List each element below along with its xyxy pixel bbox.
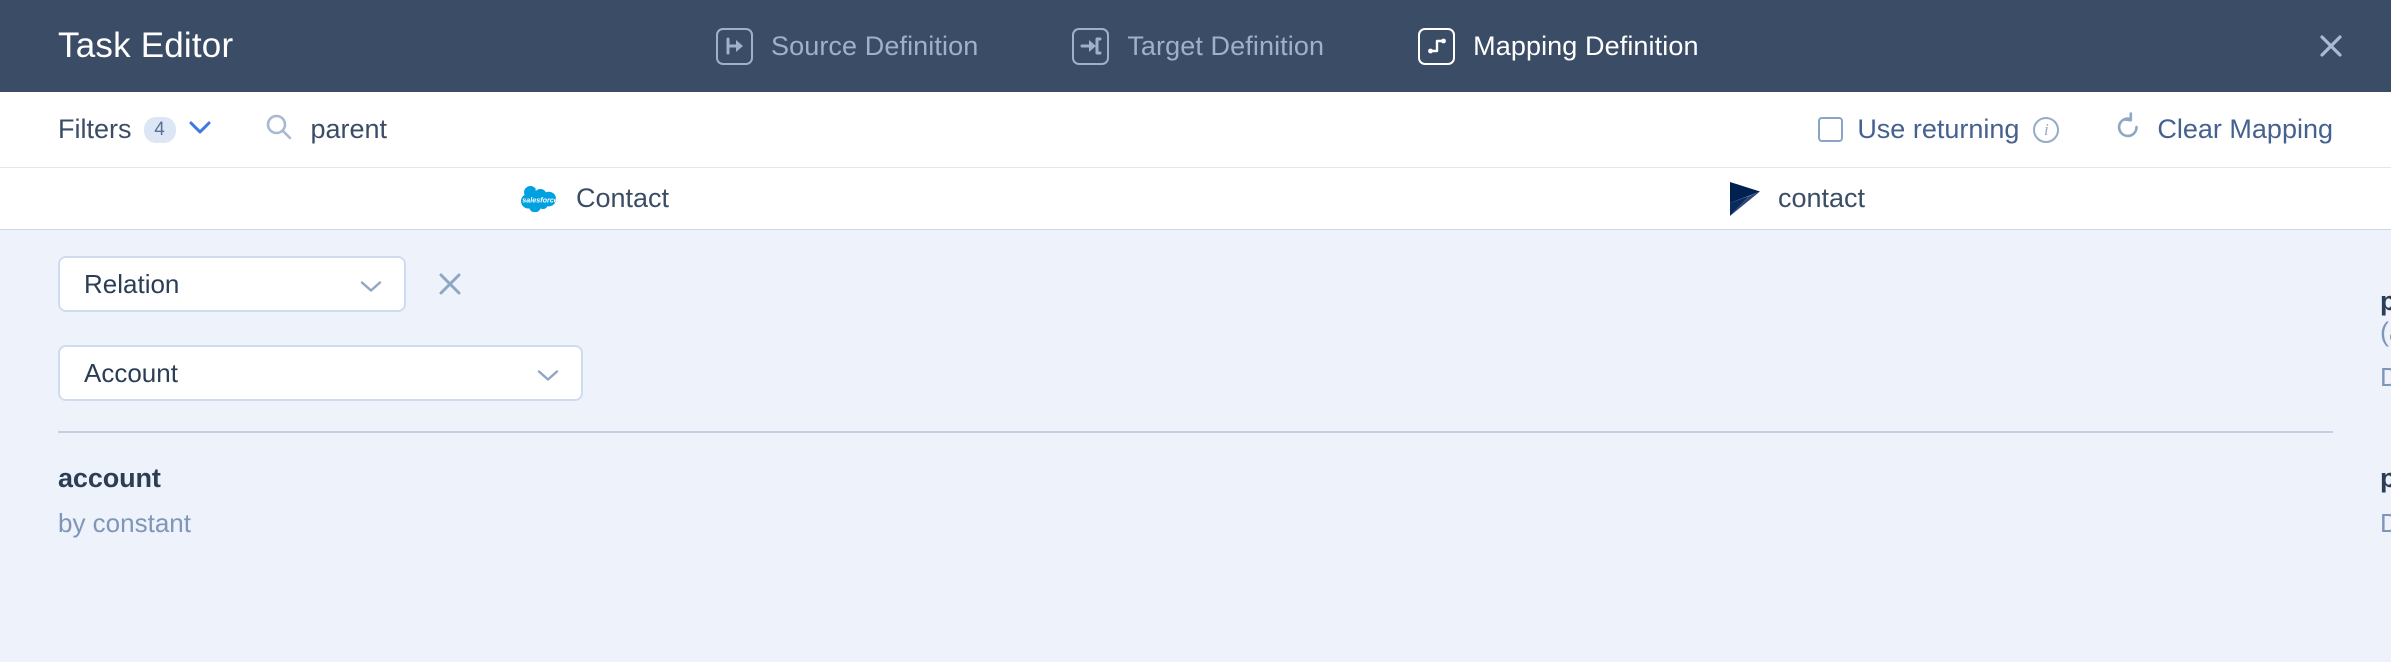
clear-mapping-button[interactable]: Clear Mapping (2113, 112, 2333, 147)
tab-mapping-definition-label: Mapping Definition (1473, 30, 1699, 61)
chevron-down-icon (360, 269, 382, 300)
tab-source-definition[interactable]: Source Definition (716, 0, 978, 92)
account-select-value: Account (84, 357, 178, 388)
search-field[interactable] (264, 112, 1819, 147)
filters-count-badge: 4 (143, 116, 176, 143)
target-column-header: contact (1728, 180, 1865, 218)
source-column-header: salesforce Contact (520, 183, 669, 214)
tab-target-definition[interactable]: Target Definition (1072, 0, 1324, 92)
row-target-cell: parentcustomerid (account,contact) DT_GU… (1190, 256, 2391, 401)
table-row: Relation Account p (D (0, 230, 2391, 431)
target-field-name: parentcustomerid$type (2380, 463, 2391, 494)
target-definition-icon (1072, 27, 1110, 65)
use-returning-label: Use returning (1857, 114, 2020, 144)
source-column-label: Contact (576, 183, 670, 213)
source-definition-icon (716, 27, 753, 65)
filter-toolbar: Filters 4 Use returning i (0, 92, 2391, 168)
table-row: account by constant parentcustomerid$typ… (0, 433, 2391, 549)
target-field-block: parentcustomerid$type DT_WSTR (2380, 461, 2391, 539)
header-tabs: Source Definition Target Definition Mapp… (716, 0, 1699, 92)
target-column-label: contact (1778, 183, 1866, 213)
app-header: Task Editor Source Definition Target Def… (0, 0, 2391, 92)
search-icon (264, 112, 294, 147)
source-field-block: account by constant (58, 461, 1190, 539)
mapping-rows-container: Relation Account p (D account by consta… (0, 230, 2391, 662)
chevron-down-icon (537, 358, 559, 389)
target-field-name: parentcustomerid (account,contact) (2380, 286, 2391, 348)
tab-source-definition-label: Source Definition (771, 30, 979, 61)
relation-select-line: Relation (58, 256, 1190, 312)
target-field-datatype: DT_GUID (2380, 362, 2391, 392)
salesforce-logo: salesforce (520, 185, 560, 213)
account-select[interactable]: Account (58, 345, 583, 401)
toolbar-actions: Use returning i Clear Mapping (1818, 112, 2333, 147)
mapping-column-headers: salesforce Contact contact (0, 168, 2391, 230)
info-icon[interactable]: i (2033, 116, 2060, 143)
search-input[interactable] (310, 114, 731, 145)
chevron-down-icon (188, 120, 212, 140)
row-source-cell: Relation Account (0, 256, 1190, 401)
filters-label: Filters (58, 114, 132, 144)
target-field-qualifier: (account,contact) (2380, 317, 2391, 347)
use-returning-checkbox[interactable] (1818, 117, 1844, 142)
remove-mapping-button[interactable] (432, 266, 468, 302)
source-field-name: account (58, 463, 161, 493)
tab-target-definition-label: Target Definition (1127, 30, 1325, 61)
reset-arrow-icon (2113, 112, 2143, 147)
svg-text:salesforce: salesforce (522, 195, 558, 204)
dynamics365-logo (1728, 180, 1762, 218)
row-target-cell: parentcustomerid$type DT_WSTR (1190, 433, 2391, 549)
filters-dropdown[interactable]: Filters 4 (58, 114, 212, 145)
close-icon[interactable] (2311, 26, 2351, 66)
mapping-definition-icon (1418, 27, 1456, 65)
relation-select-value: Relation (84, 268, 180, 299)
relation-select[interactable]: Relation (58, 256, 406, 312)
page-title: Task Editor (58, 26, 234, 65)
target-field-block: parentcustomerid (account,contact) DT_GU… (2380, 284, 2391, 393)
clear-mapping-label: Clear Mapping (2157, 114, 2333, 144)
tab-mapping-definition[interactable]: Mapping Definition (1418, 0, 1698, 92)
row-source-cell: account by constant (0, 433, 1190, 549)
target-field-name-text: parentcustomerid (2380, 286, 2391, 316)
target-field-datatype: DT_WSTR (2380, 508, 2391, 538)
use-returning-toggle[interactable]: Use returning i (1818, 114, 2060, 145)
target-field-name-text: parentcustomerid$type (2380, 463, 2391, 493)
source-field-origin: by constant (58, 508, 191, 538)
